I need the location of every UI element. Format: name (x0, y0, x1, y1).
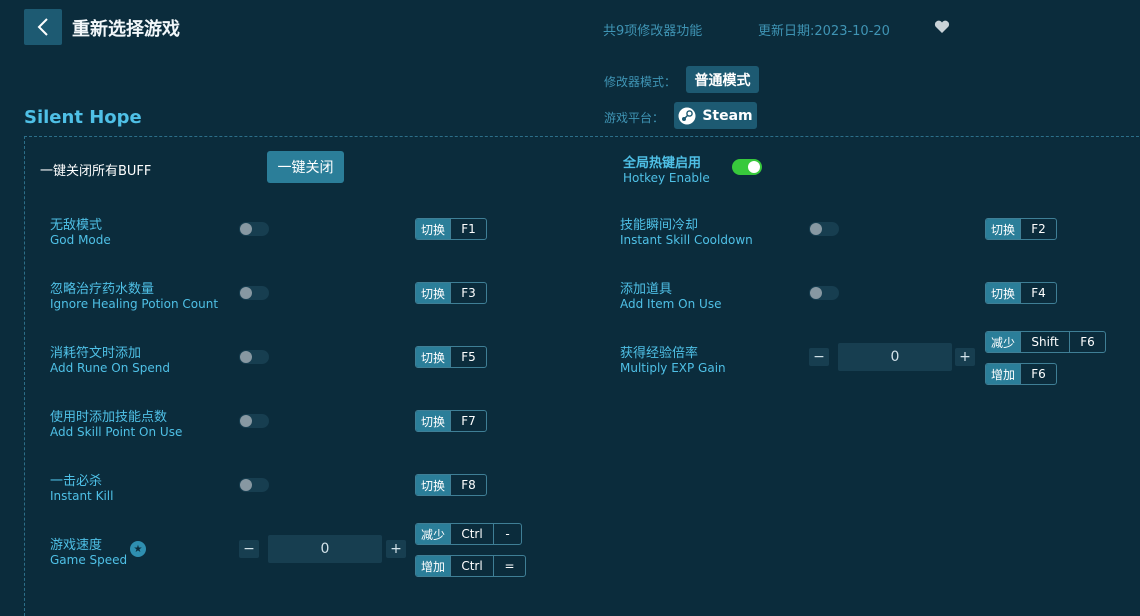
feature-skill-point-toggle[interactable] (239, 414, 269, 428)
feature-god-mode-en: God Mode (50, 233, 111, 247)
hotkey-key: Shift (1020, 332, 1069, 352)
exp-gain-increase-button[interactable]: + (955, 348, 975, 366)
favorite-button[interactable] (934, 19, 952, 35)
hotkey-label: 切换 (986, 219, 1021, 239)
game-speed-value[interactable]: 0 (268, 535, 382, 563)
feature-ignore-potion-hotkey[interactable]: 切换 F3 (415, 282, 487, 304)
feature-game-speed-en: Game Speed (50, 553, 128, 567)
feature-add-item-cn: 添加道具 (620, 282, 673, 297)
game-speed-decrease-button[interactable]: − (239, 540, 259, 558)
heart-icon (934, 20, 950, 33)
toggle-knob (748, 161, 760, 173)
toggle-knob (240, 223, 252, 235)
hotkey-label: 减少 (416, 524, 451, 544)
hotkey-label: 切换 (416, 283, 451, 303)
feature-exp-gain-en: Multiply EXP Gain (620, 361, 726, 375)
feature-instant-kill-en: Instant Kill (50, 489, 114, 503)
game-title: Silent Hope (24, 107, 142, 128)
hotkey-enable-label-cn: 全局热键启用 (623, 156, 702, 171)
feature-skill-cooldown-en: Instant Skill Cooldown (620, 233, 753, 247)
feature-god-mode-toggle[interactable] (239, 222, 269, 236)
feature-skill-point-cn: 使用时添加技能点数 (50, 410, 168, 425)
feature-instant-kill-cn: 一击必杀 (50, 474, 103, 489)
hotkey-label: 切换 (416, 347, 451, 367)
feature-add-item-toggle[interactable] (809, 286, 839, 300)
feature-count: 共9项修改器功能 (603, 24, 703, 39)
feature-skill-cooldown-cn: 技能瞬间冷却 (620, 218, 699, 233)
feature-skill-cooldown-hotkey[interactable]: 切换 F2 (985, 218, 1057, 240)
hotkey-enable-toggle[interactable] (732, 159, 762, 175)
star-icon: ★ (130, 541, 146, 557)
toggle-knob (240, 415, 252, 427)
update-date: 更新日期:2023-10-20 (758, 24, 890, 39)
hotkey-key: F6 (1069, 332, 1105, 352)
hotkey-label: 增加 (416, 556, 451, 576)
feature-game-speed-cn: 游戏速度 (50, 538, 103, 553)
hotkey-key: = (493, 556, 525, 576)
hotkey-key: Ctrl (450, 524, 493, 544)
feature-god-mode-hotkey[interactable]: 切换 F1 (415, 218, 487, 240)
hotkey-key: F3 (450, 283, 486, 303)
hotkey-label: 减少 (986, 332, 1021, 352)
back-button[interactable] (24, 9, 62, 45)
hotkey-key: Ctrl (450, 556, 493, 576)
game-speed-increase-button[interactable]: + (386, 540, 406, 558)
feature-add-rune-en: Add Rune On Spend (50, 361, 170, 375)
close-all-button[interactable]: 一键关闭 (267, 151, 344, 183)
hotkey-key: F6 (1020, 364, 1056, 384)
hotkey-label: 增加 (986, 364, 1021, 384)
feature-skill-point-en: Add Skill Point On Use (50, 425, 183, 439)
mode-label: 修改器模式： (604, 75, 677, 89)
features-panel (24, 136, 1140, 616)
hotkey-key: - (493, 524, 521, 544)
platform-button[interactable]: Steam (674, 102, 757, 129)
game-speed-decrease-hotkey[interactable]: 减少 Ctrl - (415, 523, 522, 545)
feature-exp-gain-cn: 获得经验倍率 (620, 346, 699, 361)
exp-gain-decrease-hotkey[interactable]: 减少 Shift F6 (985, 331, 1106, 353)
feature-ignore-potion-cn: 忽略治疗药水数量 (50, 282, 155, 297)
hotkey-key: F2 (1020, 219, 1056, 239)
hotkey-key: F1 (450, 219, 486, 239)
hotkey-label: 切换 (416, 219, 451, 239)
feature-add-rune-toggle[interactable] (239, 350, 269, 364)
toggle-knob (240, 479, 252, 491)
page-title: 重新选择游戏 (72, 19, 180, 40)
platform-name: Steam (702, 107, 753, 124)
hotkey-enable-label-en: Hotkey Enable (623, 171, 710, 185)
hotkey-key: F8 (450, 475, 486, 495)
exp-gain-increase-hotkey[interactable]: 增加 F6 (985, 363, 1057, 385)
hotkey-key: F5 (450, 347, 486, 367)
close-all-buff-label: 一键关闭所有BUFF (40, 164, 152, 179)
feature-skill-point-hotkey[interactable]: 切换 F7 (415, 410, 487, 432)
game-speed-increase-hotkey[interactable]: 增加 Ctrl = (415, 555, 526, 577)
hotkey-label: 切换 (416, 411, 451, 431)
feature-ignore-potion-toggle[interactable] (239, 286, 269, 300)
hotkey-key: F7 (450, 411, 486, 431)
hotkey-label: 切换 (416, 475, 451, 495)
feature-instant-kill-hotkey[interactable]: 切换 F8 (415, 474, 487, 496)
steam-icon (678, 107, 696, 124)
feature-add-rune-hotkey[interactable]: 切换 F5 (415, 346, 487, 368)
chevron-left-icon (37, 18, 48, 36)
hotkey-key: F4 (1020, 283, 1056, 303)
toggle-knob (240, 351, 252, 363)
exp-gain-value[interactable]: 0 (838, 343, 952, 371)
feature-add-item-en: Add Item On Use (620, 297, 722, 311)
feature-instant-kill-toggle[interactable] (239, 478, 269, 492)
exp-gain-decrease-button[interactable]: − (809, 348, 829, 366)
feature-god-mode-cn: 无敌模式 (50, 218, 103, 233)
feature-add-rune-cn: 消耗符文时添加 (50, 346, 142, 361)
toggle-knob (240, 287, 252, 299)
mode-button[interactable]: 普通模式 (686, 66, 759, 93)
hotkey-label: 切换 (986, 283, 1021, 303)
platform-label: 游戏平台： (604, 111, 665, 125)
feature-add-item-hotkey[interactable]: 切换 F4 (985, 282, 1057, 304)
feature-skill-cooldown-toggle[interactable] (809, 222, 839, 236)
toggle-knob (810, 223, 822, 235)
toggle-knob (810, 287, 822, 299)
feature-ignore-potion-en: Ignore Healing Potion Count (50, 297, 219, 311)
